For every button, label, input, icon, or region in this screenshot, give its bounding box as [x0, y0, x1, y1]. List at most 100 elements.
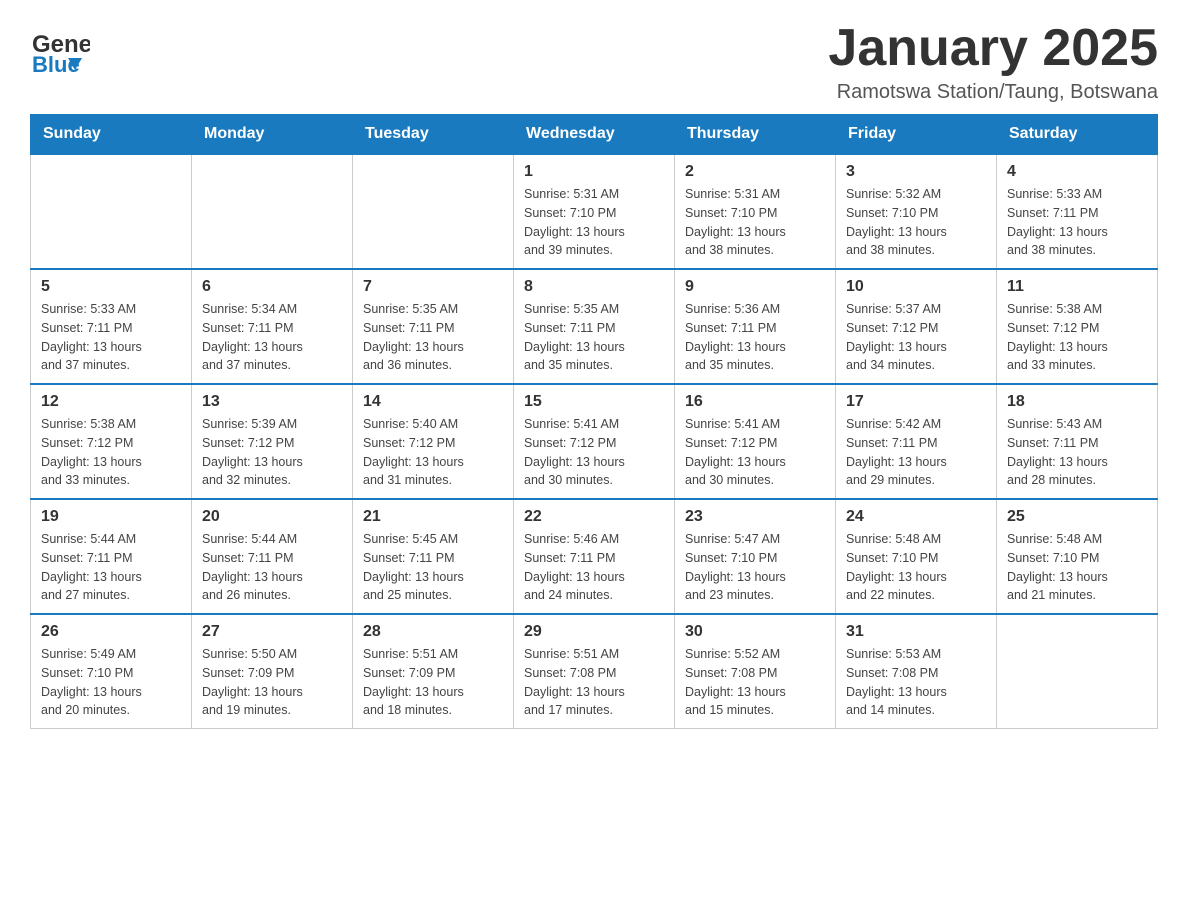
calendar-cell: 8Sunrise: 5:35 AM Sunset: 7:11 PM Daylig… [514, 269, 675, 384]
day-info: Sunrise: 5:44 AM Sunset: 7:11 PM Dayligh… [41, 530, 181, 605]
calendar-cell: 29Sunrise: 5:51 AM Sunset: 7:08 PM Dayli… [514, 614, 675, 729]
logo: General Blue [30, 20, 90, 75]
day-number: 6 [202, 278, 342, 296]
day-number: 10 [846, 278, 986, 296]
calendar-cell [997, 614, 1158, 729]
day-number: 24 [846, 508, 986, 526]
calendar-cell: 22 Sunrise: 5:46 AM Sunset: 7:11 PM Dayli… [514, 499, 675, 614]
calendar-cell: 21Sunrise: 5:45 AM Sunset: 7:11 PM Dayli… [353, 499, 514, 614]
day-number: 9 [685, 278, 825, 296]
day-number: 25 [1007, 508, 1147, 526]
calendar-cell: 14 Sunrise: 5:40 AM Sunset: 7:12 PM Dayli… [353, 384, 514, 499]
page-header: General Blue January 2025 Ramotswa Stati… [30, 20, 1158, 104]
calendar-cell: 27Sunrise: 5:50 AM Sunset: 7:09 PM Dayli… [192, 614, 353, 729]
calendar-cell: 13 Sunrise: 5:39 AM Sunset: 7:12 PM Dayli… [192, 384, 353, 499]
calendar-cell [353, 154, 514, 269]
calendar-cell: 17 Sunrise: 5:42 AM Sunset: 7:11 PM Dayli… [836, 384, 997, 499]
day-info: Sunrise: 5:53 AM Sunset: 7:08 PM Dayligh… [846, 645, 986, 720]
week-row-5: 26 Sunrise: 5:49 AM Sunset: 7:10 PM Dayli… [31, 614, 1158, 729]
calendar-cell: 25 Sunrise: 5:48 AM Sunset: 7:10 PM Dayli… [997, 499, 1158, 614]
calendar-title: January 2025 [828, 20, 1158, 77]
calendar-cell: 9 Sunrise: 5:36 AM Sunset: 7:11 PM Daylig… [675, 269, 836, 384]
calendar-cell: 7Sunrise: 5:35 AM Sunset: 7:11 PM Daylig… [353, 269, 514, 384]
day-info: Sunrise: 5:43 AM Sunset: 7:11 PM Dayligh… [1007, 415, 1147, 490]
calendar-cell: 6 Sunrise: 5:34 AM Sunset: 7:11 PM Daylig… [192, 269, 353, 384]
day-info: Sunrise: 5:41 AM Sunset: 7:12 PM Dayligh… [524, 415, 664, 490]
day-number: 11 [1007, 278, 1147, 296]
day-info: Sunrise: 5:48 AM Sunset: 7:10 PM Dayligh… [846, 530, 986, 605]
day-number: 28 [363, 623, 503, 641]
calendar-cell: 28 Sunrise: 5:51 AM Sunset: 7:09 PM Dayli… [353, 614, 514, 729]
day-info: Sunrise: 5:34 AM Sunset: 7:11 PM Dayligh… [202, 300, 342, 375]
day-number: 22 [524, 508, 664, 526]
svg-text:Blue: Blue [32, 52, 80, 75]
day-number: 21 [363, 508, 503, 526]
calendar-cell: 16 Sunrise: 5:41 AM Sunset: 7:12 PM Dayli… [675, 384, 836, 499]
day-header-friday: Friday [836, 115, 997, 155]
day-header-wednesday: Wednesday [514, 115, 675, 155]
day-number: 15 [524, 393, 664, 411]
day-number: 13 [202, 393, 342, 411]
day-info: Sunrise: 5:36 AM Sunset: 7:11 PM Dayligh… [685, 300, 825, 375]
day-number: 16 [685, 393, 825, 411]
day-header-tuesday: Tuesday [353, 115, 514, 155]
day-info: Sunrise: 5:35 AM Sunset: 7:11 PM Dayligh… [524, 300, 664, 375]
day-number: 30 [685, 623, 825, 641]
day-info: Sunrise: 5:33 AM Sunset: 7:11 PM Dayligh… [41, 300, 181, 375]
day-info: Sunrise: 5:31 AM Sunset: 7:10 PM Dayligh… [524, 185, 664, 260]
day-info: Sunrise: 5:42 AM Sunset: 7:11 PM Dayligh… [846, 415, 986, 490]
week-row-4: 19 Sunrise: 5:44 AM Sunset: 7:11 PM Dayli… [31, 499, 1158, 614]
day-number: 26 [41, 623, 181, 641]
week-row-2: 5Sunrise: 5:33 AM Sunset: 7:11 PM Daylig… [31, 269, 1158, 384]
calendar-cell: 10 Sunrise: 5:37 AM Sunset: 7:12 PM Dayli… [836, 269, 997, 384]
day-header-saturday: Saturday [997, 115, 1158, 155]
day-info: Sunrise: 5:49 AM Sunset: 7:10 PM Dayligh… [41, 645, 181, 720]
day-number: 20 [202, 508, 342, 526]
day-number: 31 [846, 623, 986, 641]
day-number: 19 [41, 508, 181, 526]
week-row-1: 1 Sunrise: 5:31 AM Sunset: 7:10 PM Daylig… [31, 154, 1158, 269]
calendar-cell: 4Sunrise: 5:33 AM Sunset: 7:11 PM Daylig… [997, 154, 1158, 269]
location: Ramotswa Station/Taung, Botswana [828, 81, 1158, 104]
day-number: 23 [685, 508, 825, 526]
calendar-cell: 1 Sunrise: 5:31 AM Sunset: 7:10 PM Daylig… [514, 154, 675, 269]
day-number: 12 [41, 393, 181, 411]
day-info: Sunrise: 5:48 AM Sunset: 7:10 PM Dayligh… [1007, 530, 1147, 605]
day-info: Sunrise: 5:39 AM Sunset: 7:12 PM Dayligh… [202, 415, 342, 490]
logo-icon: General Blue [30, 20, 90, 75]
day-info: Sunrise: 5:52 AM Sunset: 7:08 PM Dayligh… [685, 645, 825, 720]
day-info: Sunrise: 5:35 AM Sunset: 7:11 PM Dayligh… [363, 300, 503, 375]
day-info: Sunrise: 5:46 AM Sunset: 7:11 PM Dayligh… [524, 530, 664, 605]
day-info: Sunrise: 5:37 AM Sunset: 7:12 PM Dayligh… [846, 300, 986, 375]
day-info: Sunrise: 5:50 AM Sunset: 7:09 PM Dayligh… [202, 645, 342, 720]
day-info: Sunrise: 5:51 AM Sunset: 7:09 PM Dayligh… [363, 645, 503, 720]
calendar-cell: 20 Sunrise: 5:44 AM Sunset: 7:11 PM Dayli… [192, 499, 353, 614]
calendar-cell: 3 Sunrise: 5:32 AM Sunset: 7:10 PM Daylig… [836, 154, 997, 269]
calendar-cell: 5Sunrise: 5:33 AM Sunset: 7:11 PM Daylig… [31, 269, 192, 384]
calendar-cell: 15 Sunrise: 5:41 AM Sunset: 7:12 PM Dayli… [514, 384, 675, 499]
day-info: Sunrise: 5:40 AM Sunset: 7:12 PM Dayligh… [363, 415, 503, 490]
day-info: Sunrise: 5:41 AM Sunset: 7:12 PM Dayligh… [685, 415, 825, 490]
day-header-monday: Monday [192, 115, 353, 155]
day-info: Sunrise: 5:51 AM Sunset: 7:08 PM Dayligh… [524, 645, 664, 720]
day-info: Sunrise: 5:38 AM Sunset: 7:12 PM Dayligh… [41, 415, 181, 490]
day-number: 18 [1007, 393, 1147, 411]
day-info: Sunrise: 5:47 AM Sunset: 7:10 PM Dayligh… [685, 530, 825, 605]
day-number: 14 [363, 393, 503, 411]
day-header-thursday: Thursday [675, 115, 836, 155]
calendar-table: SundayMondayTuesdayWednesdayThursdayFrid… [30, 114, 1158, 729]
day-info: Sunrise: 5:38 AM Sunset: 7:12 PM Dayligh… [1007, 300, 1147, 375]
calendar-cell: 23 Sunrise: 5:47 AM Sunset: 7:10 PM Dayli… [675, 499, 836, 614]
calendar-cell: 30 Sunrise: 5:52 AM Sunset: 7:08 PM Dayli… [675, 614, 836, 729]
day-info: Sunrise: 5:33 AM Sunset: 7:11 PM Dayligh… [1007, 185, 1147, 260]
calendar-cell: 26 Sunrise: 5:49 AM Sunset: 7:10 PM Dayli… [31, 614, 192, 729]
day-info: Sunrise: 5:44 AM Sunset: 7:11 PM Dayligh… [202, 530, 342, 605]
day-number: 2 [685, 163, 825, 181]
title-section: January 2025 Ramotswa Station/Taung, Bot… [828, 20, 1158, 104]
day-number: 1 [524, 163, 664, 181]
day-number: 3 [846, 163, 986, 181]
day-info: Sunrise: 5:31 AM Sunset: 7:10 PM Dayligh… [685, 185, 825, 260]
day-info: Sunrise: 5:32 AM Sunset: 7:10 PM Dayligh… [846, 185, 986, 260]
day-header-sunday: Sunday [31, 115, 192, 155]
day-number: 17 [846, 393, 986, 411]
